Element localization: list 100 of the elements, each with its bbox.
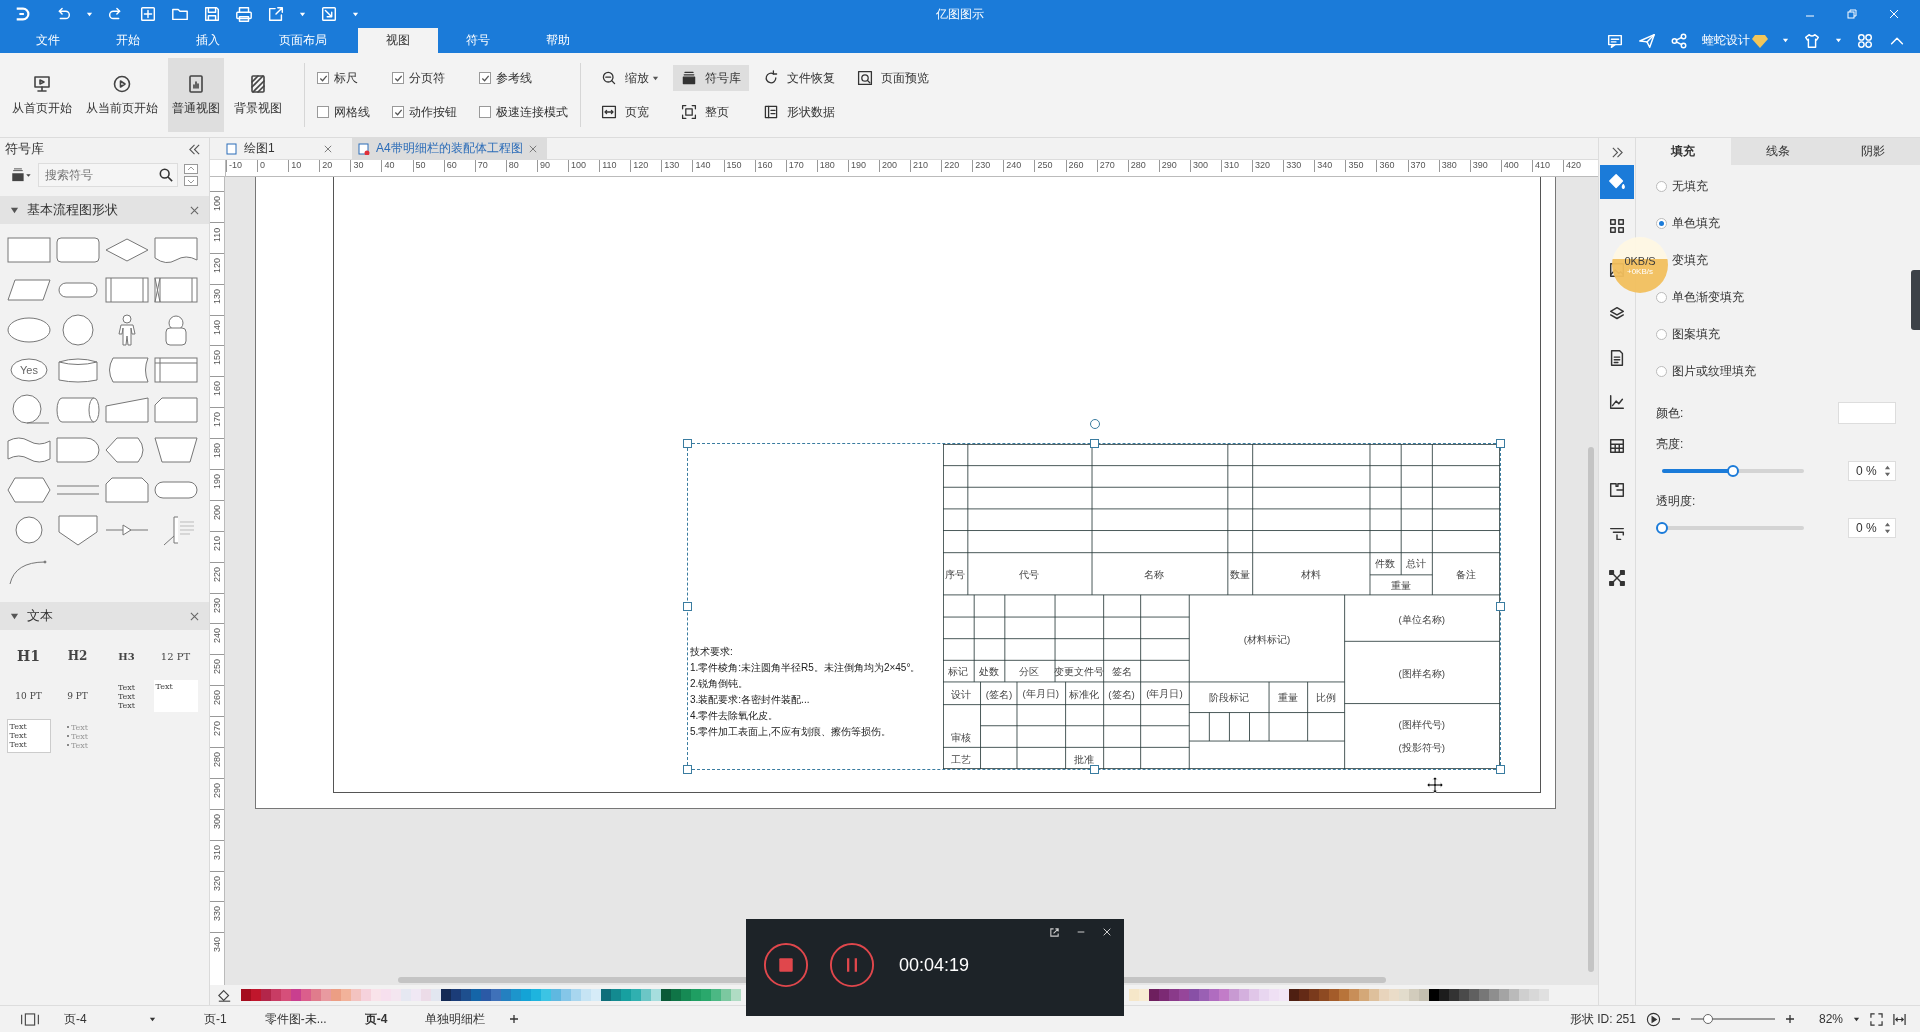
ruler-label: 350 <box>1345 160 1377 172</box>
ruler-label: 300 <box>1189 160 1221 172</box>
ruler-label: 410 <box>1531 160 1564 172</box>
shape-label: Yes <box>19 364 38 376</box>
ruler-label: 0 <box>257 160 289 172</box>
ruler-label: 320 <box>1252 160 1284 172</box>
ruler-label: 140 <box>211 318 223 335</box>
ruler-label: 100 <box>568 160 600 172</box>
ruler-label: 190 <box>847 160 879 172</box>
table-label: 名称 <box>1143 569 1164 580</box>
user-name[interactable]: 蝰蛇设计 <box>1702 32 1750 49</box>
note-line: 技术要求: <box>690 645 734 659</box>
tool-button[interactable]: 符号库 <box>673 65 749 91</box>
sample-text[interactable]: Text <box>117 691 136 701</box>
menu-tab[interactable]: 符号 <box>438 28 518 53</box>
table-label: 重量 <box>1390 580 1411 592</box>
view-button[interactable]: 背景视图 <box>230 58 286 132</box>
page-tab[interactable]: 单独明细栏 <box>411 1010 500 1028</box>
text-box-item[interactable]: Text <box>153 680 198 712</box>
view-button[interactable]: 普通视图 <box>168 58 224 132</box>
text-style-item[interactable]: 10 PT <box>15 691 42 701</box>
page-tab[interactable]: 零件图-未... <box>250 1010 341 1028</box>
ruler-checkbox[interactable]: 动作按钮 <box>392 101 457 123</box>
document-tab[interactable]: 绘图1 <box>220 138 342 159</box>
checkbox-label: 动作按钮 <box>409 103 457 121</box>
number-field[interactable]: 0 % <box>1848 461 1896 481</box>
ruler-label: 50 <box>412 160 444 172</box>
tool-button[interactable]: 页面预览 <box>849 65 937 91</box>
menu-tab[interactable]: 帮助 <box>518 28 598 53</box>
table-label: 序号 <box>945 569 966 580</box>
sample-text[interactable]: Text <box>117 682 136 692</box>
ruler-checkbox[interactable]: 标尺 <box>317 67 370 89</box>
ruler-checkbox[interactable]: 极速连接模式 <box>479 101 568 123</box>
table-label: 阶段标记 <box>1209 692 1250 704</box>
tool-button[interactable]: 整页 <box>673 99 749 125</box>
sample-text[interactable]: Text <box>117 700 136 710</box>
search-field[interactable]: 搜索符号 <box>38 163 178 187</box>
ruler-checkbox[interactable]: 参考线 <box>479 67 568 89</box>
radio-label: 图案填充 <box>1672 325 1720 343</box>
zoom-value[interactable]: 82% <box>1818 1012 1843 1026</box>
ruler-label: 380 <box>1438 160 1470 172</box>
text-box-item[interactable]: Text Text Text <box>6 719 51 753</box>
ruler-label: 300 <box>211 812 223 829</box>
ruler-label: 120 <box>211 256 223 273</box>
text-style-item[interactable]: H2 <box>67 649 88 663</box>
table-label: 代号 <box>1019 569 1040 580</box>
ruler-label: 370 <box>1407 160 1439 172</box>
menu-tab[interactable]: 视图 <box>358 28 438 53</box>
ruler-checkbox[interactable]: 分页符 <box>392 67 457 89</box>
ruler-label: 320 <box>211 874 223 891</box>
group-header[interactable]: 文本 <box>0 602 209 630</box>
ruler-label: 420 <box>1563 160 1595 172</box>
panel-tab[interactable]: 线条 <box>1730 138 1826 165</box>
page-tab[interactable]: 页-4 <box>350 1010 402 1028</box>
text-style-item[interactable]: H3 <box>118 650 135 662</box>
note-line: 2.锐角倒钝。 <box>690 677 750 691</box>
text-style-item[interactable]: 12 PT <box>160 650 191 662</box>
menu-tab[interactable]: 插入 <box>168 28 248 53</box>
table-label: (图样名称) <box>1398 667 1446 679</box>
menu-tab[interactable]: 页面布局 <box>248 28 358 53</box>
tool-button[interactable]: 文件恢复 <box>755 65 843 91</box>
sample-text: Text <box>155 682 174 691</box>
text-style-item[interactable]: 9 PT <box>67 691 88 701</box>
ruler-label: 400 <box>1500 160 1532 172</box>
shape-id: 形状 ID: 251 <box>1569 1010 1636 1028</box>
note-line: 5.零件加工表面上,不应有划痕、擦伤等损伤。 <box>690 725 893 739</box>
ruler-label: 200 <box>878 160 911 172</box>
ruler-label: 270 <box>211 720 223 737</box>
page-dropdown[interactable]: 页-4 <box>64 1010 156 1028</box>
panel-tab[interactable]: 阴影 <box>1825 138 1920 165</box>
ruler-label: 310 <box>211 843 223 860</box>
tool-button[interactable]: 形状数据 <box>755 99 843 125</box>
view-button[interactable]: 从当前页开始 <box>82 58 162 132</box>
ruler-label: 330 <box>211 905 223 922</box>
number-field[interactable]: 0 % <box>1848 518 1896 538</box>
page-tab[interactable]: 页-1 <box>190 1010 241 1028</box>
table-label: 总计 <box>1405 558 1426 570</box>
ruler-label: 130 <box>661 160 693 172</box>
radio-label: 单色渐变填充 <box>1672 288 1744 306</box>
ruler-label: 220 <box>941 160 973 172</box>
sample-text: Text <box>9 722 28 731</box>
view-button[interactable]: 从首页开始 <box>8 58 76 132</box>
ruler-checkbox[interactable]: 网格线 <box>317 101 370 123</box>
menu-tab[interactable]: 文件 <box>8 28 88 53</box>
tool-button[interactable]: 缩放 <box>593 65 667 91</box>
tool-button[interactable]: 页宽 <box>593 99 667 125</box>
menu-tab[interactable]: 开始 <box>88 28 168 53</box>
document-tab[interactable]: A4带明细栏的装配体工程图 <box>352 138 547 159</box>
ruler-label: 60 <box>443 160 475 172</box>
ruler-label: 160 <box>754 160 786 172</box>
text-style-item[interactable]: H1 <box>17 648 40 664</box>
group-header[interactable]: 基本流程图形状 <box>0 196 209 224</box>
ruler-label: 240 <box>1003 160 1035 172</box>
table-label: 处数 <box>979 666 1000 678</box>
table-label: 比例 <box>1315 692 1336 704</box>
table-label: 备注 <box>1455 569 1476 580</box>
ruler-label: 130 <box>211 287 223 304</box>
ruler-label: 390 <box>1469 160 1501 172</box>
ruler-label: 80 <box>505 160 537 172</box>
sample-text: Text <box>9 740 28 749</box>
